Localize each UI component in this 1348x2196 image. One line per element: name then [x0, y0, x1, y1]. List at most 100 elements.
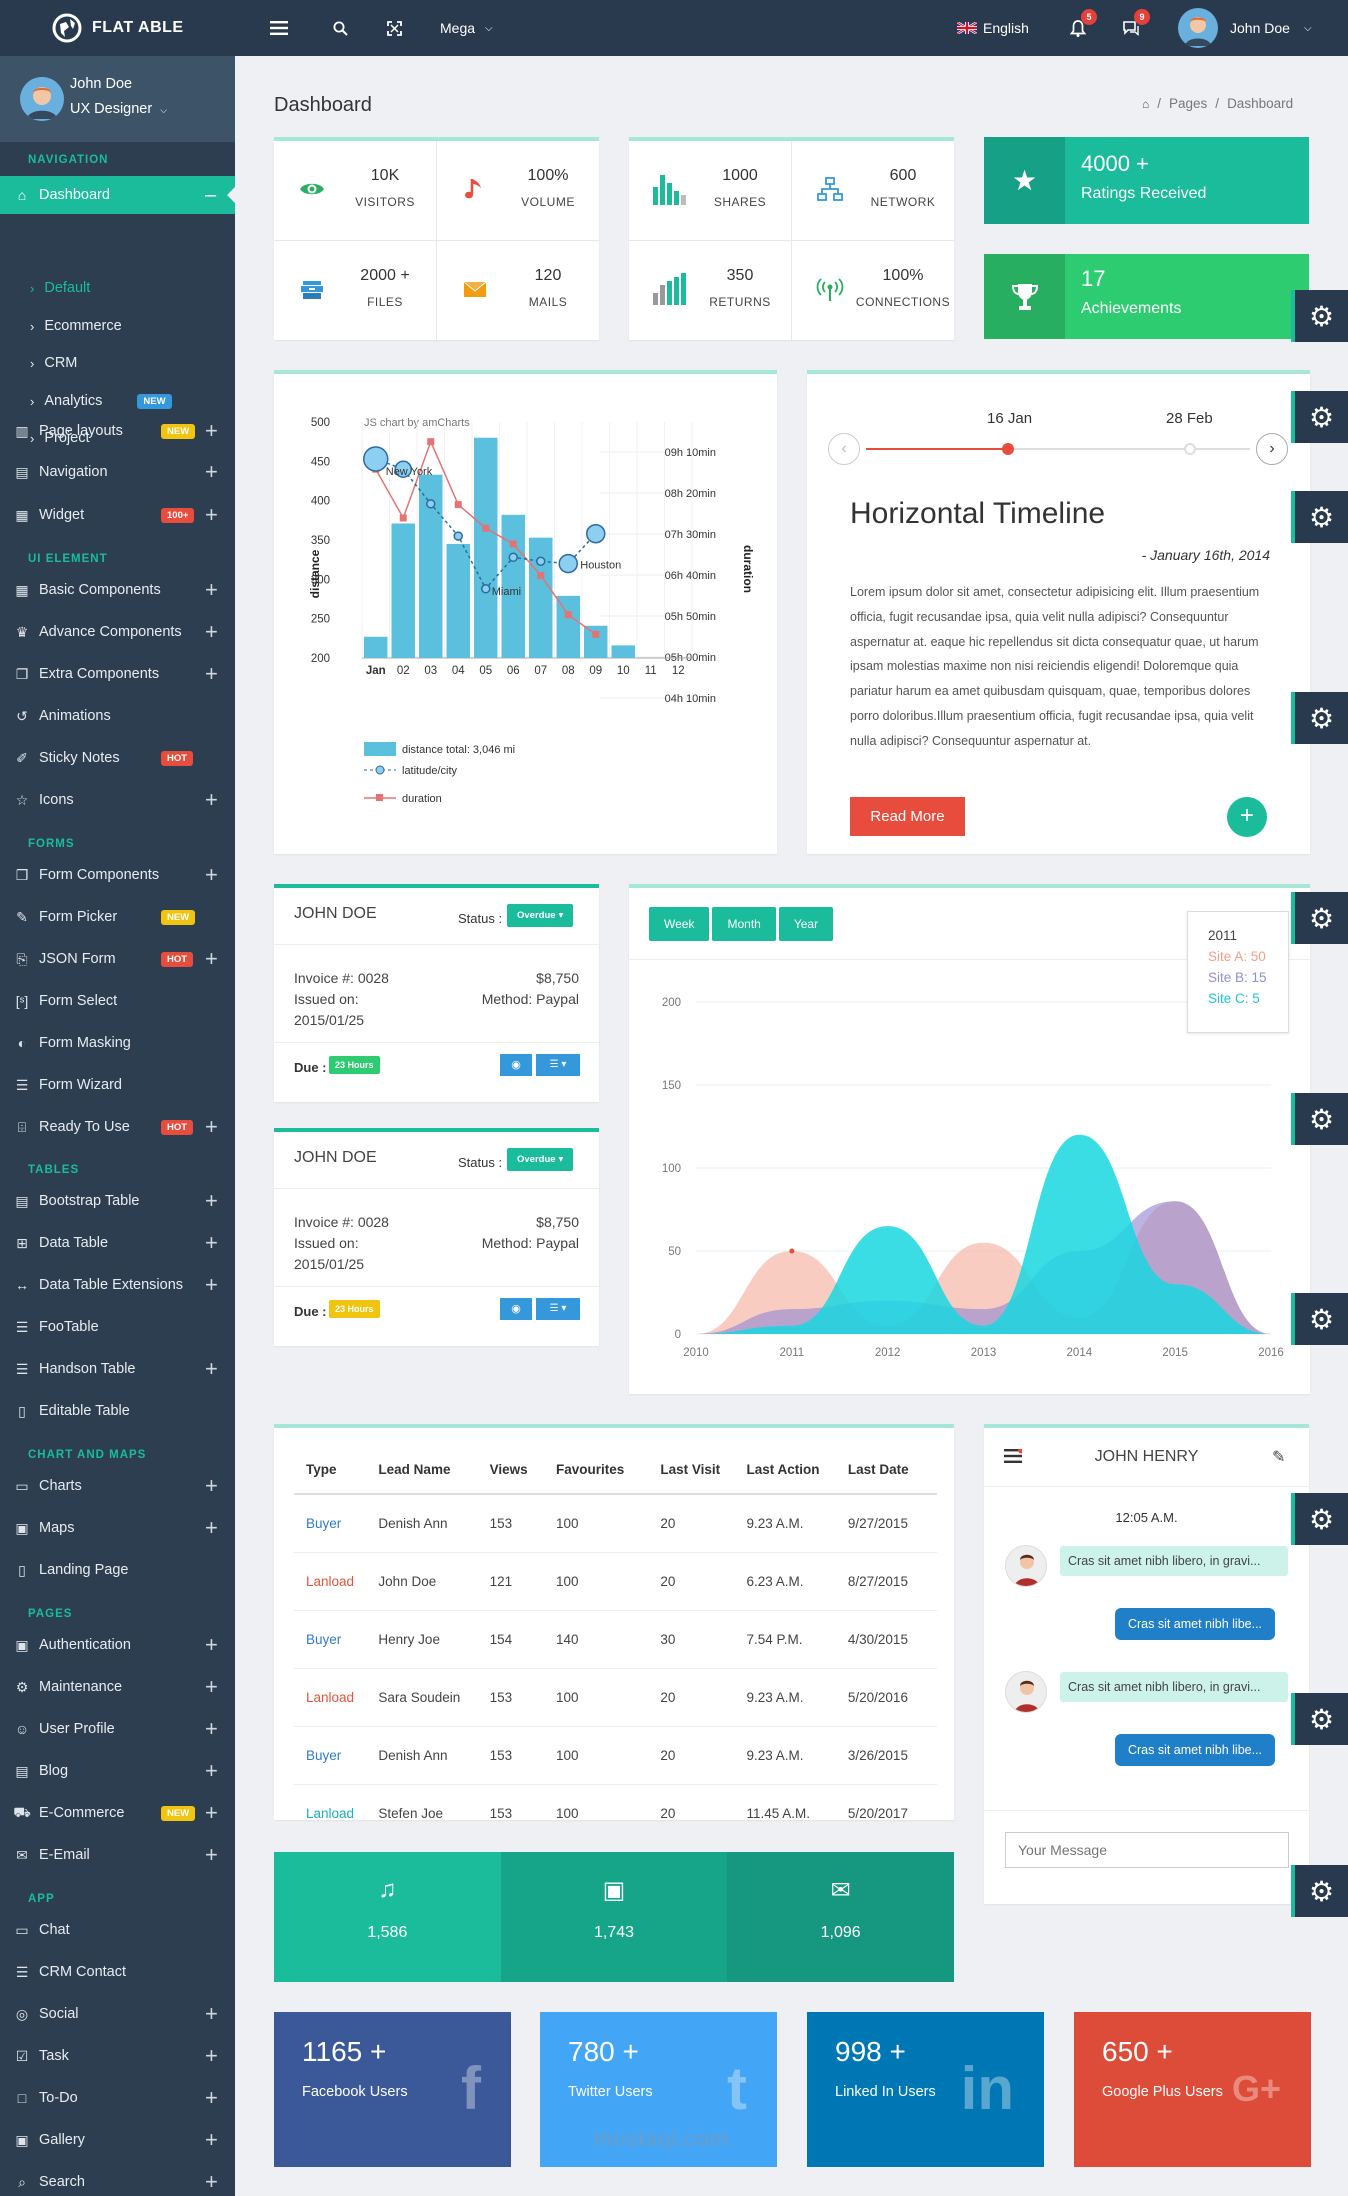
sidebar-item-form-picker[interactable]: ✎ Form Picker NEW: [0, 898, 235, 936]
settings-gear-icon[interactable]: ⚙: [1291, 491, 1348, 543]
sidebar-item-landing-page[interactable]: ▯ Landing Page: [0, 1551, 235, 1589]
duration-point[interactable]: [454, 501, 462, 509]
social-card-facebook-users[interactable]: 1165 + Facebook Users f: [274, 2012, 511, 2167]
distance-bar[interactable]: [611, 645, 636, 658]
city-point[interactable]: [508, 552, 518, 563]
distance-bar[interactable]: [584, 625, 608, 658]
settings-gear-icon[interactable]: ⚙: [1291, 692, 1348, 744]
next-arrow-icon[interactable]: ›: [1256, 433, 1288, 465]
column-header[interactable]: Last Date: [848, 1446, 937, 1494]
timeline-dot-active[interactable]: [1002, 443, 1014, 455]
view-eye-icon[interactable]: ◉: [500, 1298, 532, 1320]
sidebar-item-advance-components[interactable]: ♛ Advance Components +: [0, 613, 235, 651]
breadcrumb-dashboard[interactable]: Dashboard: [1227, 96, 1293, 111]
sidebar-item-navigation[interactable]: ▤ Navigation +: [0, 453, 235, 491]
settings-gear-icon[interactable]: ⚙: [1291, 1093, 1348, 1145]
fullscreen-icon[interactable]: [387, 0, 402, 56]
sidebar-item-social[interactable]: ◎ Social +: [0, 1995, 235, 2033]
sidebar-item-widget[interactable]: ▦ Widget 100+ +: [0, 496, 235, 534]
column-header[interactable]: Last Action: [747, 1446, 848, 1494]
city-point[interactable]: [586, 523, 606, 544]
sidebar-item-form-select[interactable]: [ˢ] Form Select: [0, 982, 235, 1020]
sidebar-item-handson-table[interactable]: ☰ Handson Table +: [0, 1350, 235, 1388]
table-row[interactable]: Lanload John Doe 121 100 20 6.23 A.M. 8/27/201…: [294, 1552, 937, 1610]
sidebar-item-crm-contact[interactable]: ☰ CRM Contact: [0, 1953, 235, 1991]
column-header[interactable]: Last Visit: [660, 1446, 746, 1494]
sidebar-item-page-layouts[interactable]: ▥ Page layouts NEW +: [0, 412, 235, 450]
sidebar-item-bootstrap-table[interactable]: ▤ Bootstrap Table +: [0, 1182, 235, 1220]
menu-toggle-icon[interactable]: [270, 0, 288, 56]
status-dropdown[interactable]: Overdue ▾: [507, 1148, 574, 1171]
timeline-date-2[interactable]: 28 Feb: [1166, 410, 1213, 427]
social-card-linked-in-users[interactable]: 998 + Linked In Users in: [807, 2012, 1044, 2167]
sidebar-item-search[interactable]: ⌕ Search +: [0, 2163, 235, 2196]
table-row[interactable]: Lanload Stefen Joe 153 100 20 11.45 A.M. 5/20/…: [294, 1784, 937, 1842]
settings-gear-icon[interactable]: ⚙: [1291, 290, 1348, 342]
home-icon[interactable]: ⌂: [1142, 97, 1149, 111]
distance-bar[interactable]: [391, 523, 416, 658]
chat-message-input[interactable]: [1005, 1832, 1289, 1868]
user-menu[interactable]: John Doe ⌵: [1178, 0, 1312, 56]
sidebar-item-chat[interactable]: ▭ Chat: [0, 1911, 235, 1949]
sidebar-item-form-components[interactable]: ❒ Form Components +: [0, 856, 235, 894]
column-header[interactable]: Type: [294, 1446, 378, 1494]
sidebar-item-extra-components[interactable]: ❐ Extra Components +: [0, 655, 235, 693]
sidebar-item-basic-components[interactable]: ▦ Basic Components +: [0, 571, 235, 609]
messages-icon[interactable]: 9: [1122, 0, 1150, 56]
sidebar-item-sticky-notes[interactable]: ✐ Sticky Notes HOT: [0, 739, 235, 777]
duration-point[interactable]: [482, 524, 490, 532]
settings-gear-icon[interactable]: ⚙: [1291, 1493, 1348, 1545]
sidebar-item-e-email[interactable]: ✉ E-Email +: [0, 1836, 235, 1874]
sidebar-item-authentication[interactable]: ▣ Authentication +: [0, 1626, 235, 1664]
sidebar-item-charts[interactable]: ▭ Charts +: [0, 1467, 235, 1505]
sidebar-item-maintenance[interactable]: ⚙ Maintenance +: [0, 1668, 235, 1706]
duration-point[interactable]: [427, 438, 435, 446]
table-row[interactable]: Buyer Denish Ann 153 100 20 9.23 A.M. 9/27/201…: [294, 1494, 937, 1552]
city-point[interactable]: [426, 499, 436, 509]
sidebar-item-maps[interactable]: ▣ Maps +: [0, 1509, 235, 1547]
brand-logo[interactable]: FLAT ABLE: [52, 0, 184, 56]
sidebar-item-user-profile[interactable]: ☺ User Profile +: [0, 1710, 235, 1748]
settings-gear-icon[interactable]: ⚙: [1291, 1865, 1348, 1917]
timeline-dot[interactable]: [1184, 443, 1196, 455]
menu-dropdown-button[interactable]: ☰ ▾: [536, 1054, 580, 1076]
sidebar-item-animations[interactable]: ↺ Animations: [0, 697, 235, 735]
table-row[interactable]: Lanload Sara Soudein 153 100 20 9.23 A.M. 5/20…: [294, 1668, 937, 1726]
sidebar-subitem-ecommerce[interactable]: › Ecommerce: [30, 309, 122, 343]
sidebar-item-e-commerce[interactable]: ⛟ E-Commerce NEW +: [0, 1794, 235, 1832]
read-more-button[interactable]: Read More: [850, 797, 965, 836]
sidebar-item-data-table-extensions[interactable]: ↔ Data Table Extensions +: [0, 1266, 235, 1304]
sidebar-item-data-table[interactable]: ⊞ Data Table +: [0, 1224, 235, 1262]
sidebar-item-icons[interactable]: ☆ Icons +: [0, 781, 235, 819]
table-row[interactable]: Buyer Denish Ann 153 100 20 9.23 A.M. 3/26/201…: [294, 1726, 937, 1784]
city-point[interactable]: [481, 584, 491, 594]
duration-point[interactable]: [592, 630, 600, 638]
mega-menu[interactable]: Mega ⌵: [440, 0, 493, 56]
status-dropdown[interactable]: Overdue ▾: [507, 904, 574, 927]
sidebar-item-json-form[interactable]: ⎘ JSON Form HOT +: [0, 940, 235, 978]
sidebar-subitem-default[interactable]: › Default: [30, 271, 90, 305]
column-header[interactable]: Views: [490, 1446, 556, 1494]
sidebar-item-ready-to-use[interactable]: ⌹ Ready To Use HOT +: [0, 1108, 235, 1146]
column-header[interactable]: Lead Name: [378, 1446, 489, 1494]
sidebar-item-dashboard[interactable]: ⌂ Dashboard –: [0, 176, 235, 214]
duration-point[interactable]: [564, 611, 572, 619]
table-row[interactable]: Buyer Henry Joe 154 140 30 7.54 P.M. 4/30/2015: [294, 1610, 937, 1668]
prev-arrow-icon[interactable]: ‹: [828, 433, 860, 465]
menu-dropdown-button[interactable]: ☰ ▾: [536, 1298, 580, 1320]
distance-bar[interactable]: [446, 543, 471, 658]
distance-bar[interactable]: [529, 537, 553, 658]
language-select[interactable]: English: [957, 0, 1029, 56]
duration-point[interactable]: [537, 571, 545, 579]
edit-icon[interactable]: ✎: [1272, 1447, 1285, 1467]
view-eye-icon[interactable]: ◉: [500, 1054, 532, 1076]
city-point[interactable]: [453, 531, 463, 541]
add-icon[interactable]: +: [1227, 797, 1267, 837]
social-card-google-plus-users[interactable]: 650 + Google Plus Users G+: [1074, 2012, 1311, 2167]
city-point[interactable]: [363, 446, 389, 472]
duration-point[interactable]: [399, 514, 407, 522]
sidebar-user-role[interactable]: UX Designer ⌵: [70, 101, 167, 117]
sidebar-user-panel[interactable]: John Doe UX Designer ⌵: [0, 56, 235, 142]
sidebar-item-to-do[interactable]: □ To-Do +: [0, 2079, 235, 2117]
distance-duration-chart[interactable]: JS chart by amCharts50045040035030025020…: [274, 374, 777, 854]
